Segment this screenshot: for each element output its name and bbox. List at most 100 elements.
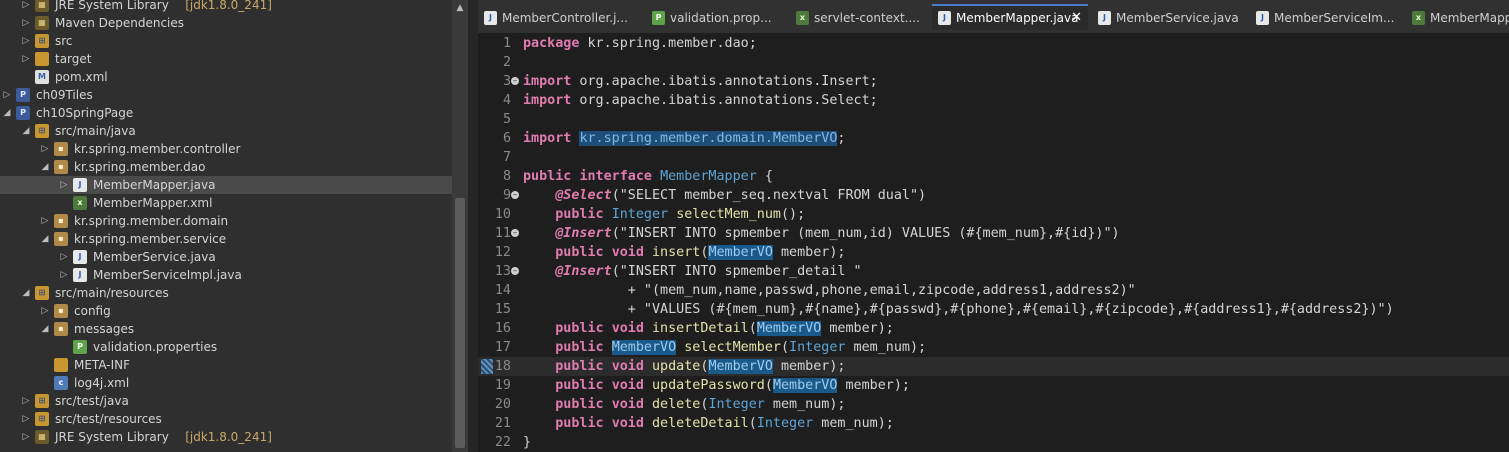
- code-area[interactable]: 1 package kr.spring.member.dao; 2 3− import …: [478, 34, 1509, 452]
- code-line[interactable]: 13− @Insert("INSERT INTO spmember_detail…: [478, 262, 1509, 281]
- tree-item[interactable]: ◢ ▪ kr.spring.member.dao: [0, 158, 452, 176]
- java-file-icon: J: [73, 250, 87, 264]
- tree-item[interactable]: ◢ ▪ kr.spring.member.service: [0, 230, 452, 248]
- collapsed-arrow-icon[interactable]: ▷: [59, 248, 69, 266]
- editor-tab[interactable]: x MemberMapper...: [1406, 6, 1509, 30]
- editor-tab[interactable]: x servlet-context....: [790, 6, 926, 30]
- tree-item[interactable]: ▷ J MemberServiceImpl.java: [0, 266, 452, 284]
- line-number: 12: [494, 245, 511, 260]
- expanded-arrow-icon[interactable]: ◢: [2, 104, 12, 122]
- library-icon: ▦: [35, 16, 49, 30]
- tree-item[interactable]: ▷ J MemberMapper.java: [0, 176, 452, 194]
- collapsed-arrow-icon[interactable]: ▷: [21, 392, 31, 410]
- code-line[interactable]: 20 public void delete(Integer mem_num);: [478, 395, 1509, 414]
- tree-item[interactable]: META-INF: [0, 356, 452, 374]
- collapsed-arrow-icon[interactable]: ▷: [59, 266, 69, 284]
- scrollbar-thumb[interactable]: [455, 198, 465, 448]
- code-editor[interactable]: J MemberController.j... Pvalidation.prop..…: [478, 0, 1509, 452]
- line-number: 15: [494, 302, 511, 317]
- tree-item[interactable]: ▷ ▪ config: [0, 302, 452, 320]
- tree-item[interactable]: ▷ ⊞ src/test/resources: [0, 410, 452, 428]
- code-token: MemberMapper: [660, 169, 757, 184]
- collapsed-arrow-icon[interactable]: ▷: [59, 176, 69, 194]
- code-line[interactable]: 11− @Insert("INSERT INTO spmember (mem_n…: [478, 224, 1509, 243]
- code-text: @Select("SELECT member_seq.nextval FROM …: [523, 186, 926, 205]
- expanded-arrow-icon[interactable]: ◢: [40, 230, 50, 248]
- code-line[interactable]: 7: [478, 148, 1509, 167]
- tree-item[interactable]: ▷ Pch09Tiles: [0, 86, 452, 104]
- tree-item[interactable]: ▷ ▦ JRE System Library [jdk1.8.0_241]: [0, 0, 452, 14]
- collapsed-arrow-icon[interactable]: ▷: [21, 0, 31, 14]
- code-line[interactable]: 10 public Integer selectMem_num();: [478, 205, 1509, 224]
- fold-toggle-icon[interactable]: −: [511, 191, 519, 199]
- tree-item[interactable]: ▷ ⊞ src/test/java: [0, 392, 452, 410]
- code-line[interactable]: 21 public void deleteDetail(Integer mem_…: [478, 414, 1509, 433]
- code-line[interactable]: 3− import org.apache.ibatis.annotations.I…: [478, 72, 1509, 91]
- editor-tab[interactable]: J MemberMapper.java ✕: [932, 4, 1088, 30]
- expanded-arrow-icon[interactable]: ◢: [40, 320, 50, 338]
- code-token: MemberVO: [708, 359, 773, 374]
- tree-item[interactable]: ▷ ▪ kr.spring.member.domain: [0, 212, 452, 230]
- line-number: 18: [494, 359, 511, 374]
- tree-item[interactable]: ▷ J MemberService.java: [0, 248, 452, 266]
- collapsed-arrow-icon[interactable]: ▷: [40, 302, 50, 320]
- code-line[interactable]: 17 public MemberVO selectMember(Integer …: [478, 338, 1509, 357]
- collapsed-arrow-icon[interactable]: ▷: [21, 32, 31, 50]
- code-token: ("SELECT member_seq.nextval FROM dual"): [611, 188, 927, 203]
- expanded-arrow-icon[interactable]: ◢: [40, 158, 50, 176]
- editor-tab[interactable]: J MemberServiceIm...: [1250, 6, 1400, 30]
- scroll-up-arrow-icon[interactable]: ▲: [452, 0, 468, 16]
- collapsed-arrow-icon[interactable]: ▷: [21, 428, 31, 446]
- tree-item[interactable]: ▷ ⊞ src: [0, 32, 452, 50]
- code-line[interactable]: 8 public interface MemberMapper {: [478, 167, 1509, 186]
- code-line[interactable]: 9− @Select("SELECT member_seq.nextval FR…: [478, 186, 1509, 205]
- package-explorer[interactable]: ▷ ▦ JRE System Library [jdk1.8.0_241] ▷ ▦ Mave…: [0, 0, 452, 452]
- code-line[interactable]: 19 public void updatePassword(MemberVO m…: [478, 376, 1509, 395]
- code-line[interactable]: 12 public void insert(MemberVO member);: [478, 243, 1509, 262]
- fold-toggle-icon[interactable]: −: [511, 229, 519, 237]
- expanded-arrow-icon[interactable]: ◢: [21, 122, 31, 140]
- tree-item[interactable]: ◢ ⊞ src/main/java: [0, 122, 452, 140]
- close-tab-icon[interactable]: ✕: [1071, 6, 1082, 30]
- collapsed-arrow-icon[interactable]: ▷: [40, 140, 50, 158]
- tree-item[interactable]: ▷ ▦ Maven Dependencies: [0, 14, 452, 32]
- tree-item-label: ch09Tiles: [36, 88, 93, 102]
- editor-tab[interactable]: J MemberController.j...: [478, 6, 638, 30]
- collapsed-arrow-icon[interactable]: ▷: [21, 14, 31, 32]
- fold-toggle-icon[interactable]: −: [511, 77, 519, 85]
- code-line[interactable]: 6 import kr.spring.member.domain.MemberVO…: [478, 129, 1509, 148]
- code-line[interactable]: 4 import org.apache.ibatis.annotations.Se…: [478, 91, 1509, 110]
- collapsed-arrow-icon[interactable]: ▷: [2, 86, 12, 104]
- tree-item[interactable]: ◢ ▪ messages: [0, 320, 452, 338]
- editor-tab[interactable]: Pvalidation.prop...: [646, 6, 784, 30]
- code-line[interactable]: 5: [478, 110, 1509, 129]
- code-token: + "VALUES (#{mem_num},#{name},#{passwd},…: [523, 302, 1394, 317]
- expanded-arrow-icon[interactable]: ◢: [21, 284, 31, 302]
- collapsed-arrow-icon[interactable]: ▷: [21, 50, 31, 68]
- editor-tab-label: MemberServiceIm...: [1274, 11, 1395, 25]
- code-line[interactable]: 16 public void insertDetail(MemberVO mem…: [478, 319, 1509, 338]
- tree-item[interactable]: ◢ Pch10SpringPage: [0, 104, 452, 122]
- editor-tab[interactable]: J MemberService.java: [1092, 6, 1244, 30]
- tree-item[interactable]: ◢ ⊞ src/main/resources: [0, 284, 452, 302]
- explorer-scrollbar[interactable]: ▲: [452, 0, 468, 452]
- fold-toggle-icon[interactable]: −: [511, 267, 519, 275]
- tree-item[interactable]: Pvalidation.properties: [0, 338, 452, 356]
- tree-item[interactable]: ▷ ▪ kr.spring.member.controller: [0, 140, 452, 158]
- code-token: void: [611, 378, 644, 393]
- line-number: 3: [502, 74, 511, 89]
- tree-item[interactable]: x MemberMapper.xml: [0, 194, 452, 212]
- code-line[interactable]: 14 + "(mem_num,name,passwd,phone,email,z…: [478, 281, 1509, 300]
- pane-divider[interactable]: [468, 0, 478, 452]
- collapsed-arrow-icon[interactable]: ▷: [40, 212, 50, 230]
- code-line[interactable]: 18 public void update(MemberVO member);: [478, 357, 1509, 376]
- tree-item[interactable]: ▷ ▦ JRE System Library [jdk1.8.0_241]: [0, 428, 452, 446]
- tree-item[interactable]: c log4j.xml: [0, 374, 452, 392]
- collapsed-arrow-icon[interactable]: ▷: [21, 410, 31, 428]
- tree-item[interactable]: Mpom.xml: [0, 68, 452, 86]
- code-line[interactable]: 15 + "VALUES (#{mem_num},#{name},#{passw…: [478, 300, 1509, 319]
- code-line[interactable]: 2: [478, 53, 1509, 72]
- code-line[interactable]: 1 package kr.spring.member.dao;: [478, 34, 1509, 53]
- tree-item[interactable]: ▷ target: [0, 50, 452, 68]
- code-line[interactable]: 22}: [478, 433, 1509, 452]
